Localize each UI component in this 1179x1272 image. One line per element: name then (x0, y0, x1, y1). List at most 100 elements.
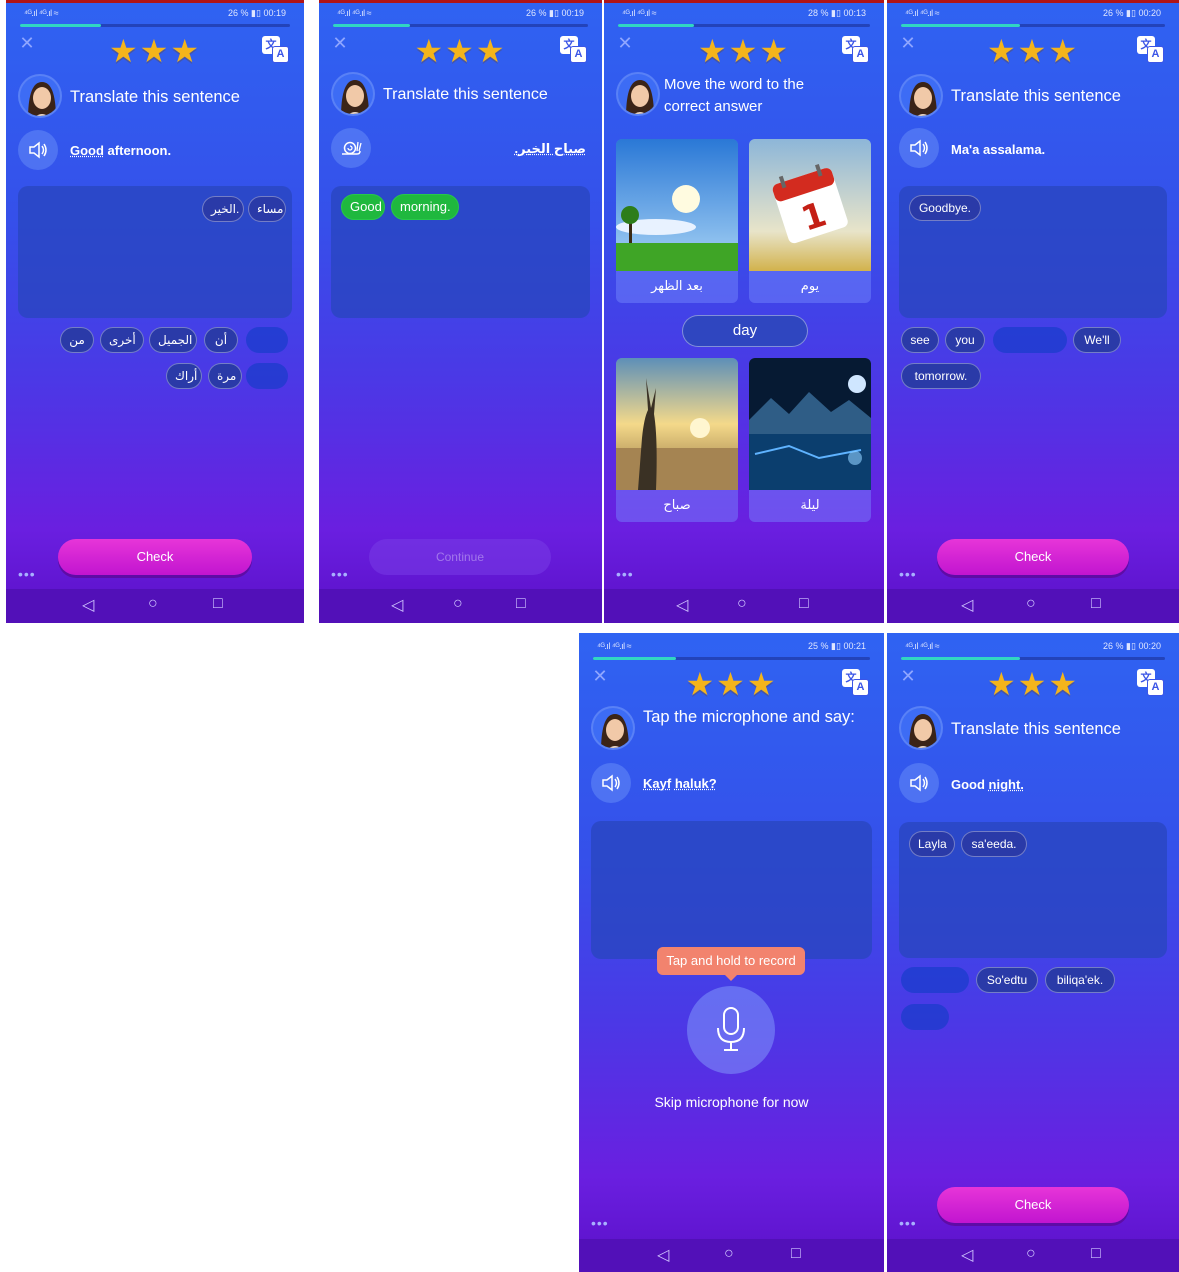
status-bar: ⁴ᴳ.ıl ⁴ᴳ.ıl ≈ 25 % ▮▯ 00:21 (579, 639, 884, 653)
calendar-image: 1 (749, 139, 871, 271)
speaker-button[interactable] (899, 128, 939, 168)
prompt-text: Tap the microphone and say: (643, 708, 855, 726)
sentence-hint-word[interactable]: night. (989, 777, 1024, 792)
stars-rating: ★★★ (986, 666, 1080, 702)
answer-box (591, 821, 872, 959)
word-chip[interactable]: We'll (1073, 327, 1121, 353)
more-icon[interactable]: ••• (591, 1215, 609, 1231)
back-icon[interactable]: ◁ (391, 595, 403, 615)
recent-apps-icon[interactable]: □ (213, 595, 223, 613)
slow-audio-button[interactable] (331, 128, 371, 168)
image-card-night[interactable]: ليلة (749, 358, 871, 522)
word-chip[interactable]: مرة (208, 363, 242, 389)
translate-icon[interactable]: 文A (842, 669, 870, 697)
more-icon[interactable]: ••• (331, 566, 349, 582)
speaker-button[interactable] (899, 763, 939, 803)
status-bar: ⁴ᴳ.ıl ⁴ᴳ.ıl ≈ 28 % ▮▯ 00:13 (604, 6, 884, 20)
android-nav-bar: ◁ ○ □ (579, 1239, 884, 1272)
answer-chip[interactable]: مساء (248, 196, 286, 222)
recent-apps-icon[interactable]: □ (799, 595, 809, 613)
home-icon[interactable]: ○ (737, 595, 747, 613)
word-chip[interactable]: الجميل (149, 327, 197, 353)
check-button[interactable]: Check (937, 539, 1129, 575)
speaker-button[interactable] (18, 130, 58, 170)
word-chip[interactable]: see (901, 327, 939, 353)
battery-clock: 26 % ▮▯ 00:19 (526, 8, 584, 18)
word-slot-empty (246, 327, 288, 353)
translate-icon[interactable]: 文A (1137, 669, 1165, 697)
more-icon[interactable]: ••• (18, 566, 36, 582)
translate-icon-back: A (272, 46, 289, 63)
translate-icon[interactable]: 文A (842, 36, 870, 64)
word-chip[interactable]: أخرى (100, 327, 144, 353)
word-chip[interactable]: أراك (166, 363, 202, 389)
back-icon[interactable]: ◁ (82, 595, 94, 615)
sentence-hint-word[interactable]: Good (70, 143, 104, 158)
word-chip[interactable]: you (945, 327, 985, 353)
signal-icon: ⁴ᴳ.ıl ⁴ᴳ.ıl ≈ (622, 8, 657, 18)
translate-icon-back: A (570, 46, 587, 63)
word-slot-empty (993, 327, 1067, 353)
top-border (887, 0, 1179, 3)
image-card-day[interactable]: 1 يوم (749, 139, 871, 303)
answer-chip[interactable]: Layla (909, 831, 955, 857)
android-nav-bar: ◁ ○ □ (6, 589, 304, 623)
screen-5: ⁴ᴳ.ıl ⁴ᴳ.ıl ≈ 25 % ▮▯ 00:21 ✕ ★★★ 文A Tap… (579, 633, 884, 1272)
card-label: يوم (800, 278, 820, 293)
translate-icon[interactable]: 文A (1137, 36, 1165, 64)
speaker-icon (29, 141, 47, 159)
translate-icon[interactable]: 文A (560, 36, 588, 64)
recent-apps-icon[interactable]: □ (791, 1245, 801, 1263)
word-chip[interactable]: أن (204, 327, 238, 353)
answer-chip[interactable]: Good (341, 194, 385, 220)
continue-button[interactable]: Continue (369, 539, 551, 575)
recent-apps-icon[interactable]: □ (1091, 595, 1101, 613)
sentence-hint-word[interactable]: haluk? (675, 776, 717, 791)
recent-apps-icon[interactable]: □ (516, 595, 526, 613)
sunny-field-image (616, 139, 738, 271)
more-icon[interactable]: ••• (899, 566, 917, 582)
microphone-icon (717, 1007, 745, 1051)
image-card-afternoon[interactable]: بعد الظهر (616, 139, 738, 303)
home-icon[interactable]: ○ (1026, 595, 1036, 613)
back-icon[interactable]: ◁ (961, 595, 973, 615)
translate-icon[interactable]: 文A (262, 36, 290, 64)
back-icon[interactable]: ◁ (676, 595, 688, 615)
speaker-button[interactable] (591, 763, 631, 803)
more-icon[interactable]: ••• (899, 1215, 917, 1231)
word-chip[interactable]: biliqa'ek. (1045, 967, 1115, 993)
source-sentence[interactable]: صباح الخير. (515, 141, 586, 157)
home-icon[interactable]: ○ (724, 1245, 734, 1263)
recent-apps-icon[interactable]: □ (1091, 1245, 1101, 1263)
speaker-icon (910, 774, 928, 792)
home-icon[interactable]: ○ (453, 595, 463, 613)
home-icon[interactable]: ○ (148, 595, 158, 613)
word-chip[interactable]: tomorrow. (901, 363, 981, 389)
record-tooltip: Tap and hold to record (657, 947, 805, 981)
translate-icon-back: A (852, 679, 869, 696)
battery-clock: 25 % ▮▯ 00:21 (808, 641, 866, 651)
sentence-hint-word[interactable]: Kayf (643, 776, 671, 791)
word-chip[interactable]: So'edtu (976, 967, 1038, 993)
answer-chip[interactable]: الخير. (202, 196, 244, 222)
back-icon[interactable]: ◁ (657, 1245, 669, 1265)
avatar (591, 706, 635, 750)
stars-rating: ★★★ (108, 33, 202, 69)
word-chip[interactable]: من (60, 327, 94, 353)
home-icon[interactable]: ○ (1026, 1245, 1036, 1263)
answer-chip[interactable]: morning. (391, 194, 459, 220)
skip-microphone-link[interactable]: Skip microphone for now (579, 1094, 884, 1110)
answer-chip[interactable]: sa'eeda. (961, 831, 1027, 857)
answer-chip[interactable]: Goodbye. (909, 195, 981, 221)
check-button[interactable]: Check (937, 1187, 1129, 1223)
microphone-button[interactable] (687, 986, 775, 1074)
source-sentence: Ma'a assalama. (951, 142, 1046, 157)
status-bar: ⁴ᴳ.ıl ⁴ᴳ.ıl ≈ 26 % ▮▯ 00:20 (887, 639, 1179, 653)
draggable-word[interactable]: day (682, 315, 808, 347)
image-card-morning[interactable]: صباح (616, 358, 738, 522)
check-button[interactable]: Check (58, 539, 252, 575)
screen-3: ⁴ᴳ.ıl ⁴ᴳ.ıl ≈ 28 % ▮▯ 00:13 ✕ ★★★ 文A Mov… (604, 0, 884, 623)
back-icon[interactable]: ◁ (961, 1245, 973, 1265)
lesson-progress (901, 657, 1165, 660)
more-icon[interactable]: ••• (616, 566, 634, 582)
